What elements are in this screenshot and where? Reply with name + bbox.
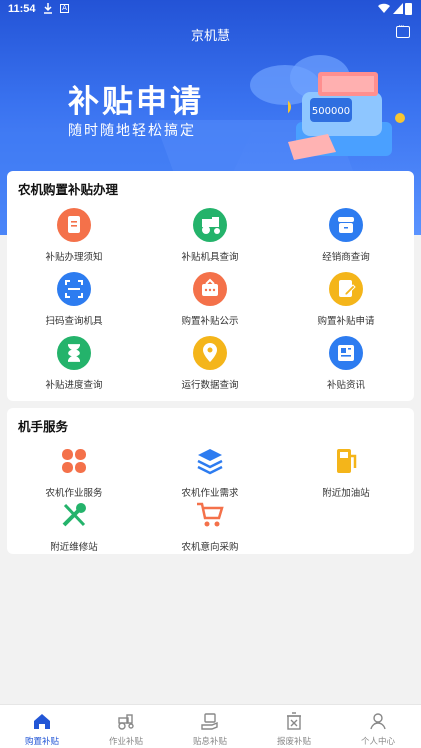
status-time: 11:54	[8, 3, 36, 15]
machinery-service-button[interactable]: 农机作业服务	[14, 444, 134, 499]
money-counter-illustration: 500000	[288, 72, 405, 160]
scan-query-button[interactable]: 扫码查询机具	[14, 272, 134, 327]
home-icon	[0, 711, 84, 733]
download-icon	[43, 2, 53, 17]
news-icon	[329, 336, 363, 370]
tab-personal-center[interactable]: 个人中心	[336, 705, 420, 747]
banner-subtitle: 随时随地轻松搞定	[68, 123, 196, 139]
purchase-intent-button[interactable]: 农机意向采购	[150, 498, 270, 553]
tab-interest-subsidy[interactable]: 贴息补贴	[168, 705, 252, 747]
announce-icon	[193, 272, 227, 306]
item-label: 农机作业需求	[181, 488, 239, 499]
item-label: 附近维修站	[50, 542, 98, 553]
item-label: 经销商查询	[322, 252, 370, 263]
progress-query-button[interactable]: 补贴进度查询	[14, 336, 134, 391]
cart-icon	[193, 498, 227, 532]
item-label: 补贴进度查询	[45, 380, 103, 391]
tab-purchase-subsidy[interactable]: 购置补贴	[0, 705, 84, 747]
subsidy-publicity-button[interactable]: 购置补贴公示	[150, 272, 270, 327]
subsidy-apply-button[interactable]: 购置补贴申请	[286, 272, 406, 327]
tab-scrap-subsidy[interactable]: 报废补贴	[252, 705, 336, 747]
hourglass-icon	[57, 336, 91, 370]
bottom-tab-bar: 购置补贴 作业补贴 贴息补贴 报废补贴 个人中心	[0, 704, 421, 748]
machinery-demand-button[interactable]: 农机作业需求	[150, 444, 270, 499]
subsidy-guide-button[interactable]: 补贴办理须知	[14, 208, 134, 263]
item-label: 购置补贴公示	[181, 316, 239, 327]
item-label: 农机意向采购	[181, 542, 239, 553]
trash-box-icon	[252, 711, 336, 733]
apply-icon	[329, 272, 363, 306]
subsidy-machinery-query-button[interactable]: 补贴机具查询	[150, 208, 270, 263]
counter-display: 500000	[312, 106, 350, 117]
tab-label: 报废补贴	[276, 737, 311, 747]
fuel-icon	[329, 444, 363, 478]
battery-icon	[405, 3, 412, 15]
message-icon[interactable]	[396, 22, 410, 38]
item-label: 扫码查询机具	[45, 316, 103, 327]
status-bar: 11:54 A	[0, 0, 421, 18]
tab-label: 购置补贴	[24, 737, 59, 747]
item-label: 购置补贴申请	[317, 316, 375, 327]
item-label: 补贴办理须知	[45, 252, 103, 263]
money-hand-icon	[168, 711, 252, 733]
layers-icon	[193, 444, 227, 478]
nearby-repair-station-button[interactable]: 附近维修站	[14, 498, 134, 553]
banner-title: 补贴申请	[68, 84, 204, 120]
tools-icon	[57, 498, 91, 532]
item-label: 补贴资讯	[326, 380, 365, 391]
location-icon	[193, 336, 227, 370]
person-icon	[336, 711, 420, 733]
tab-label: 作业补贴	[108, 737, 143, 747]
tab-label: 贴息补贴	[192, 737, 227, 747]
status-badge: A	[60, 4, 69, 13]
item-label: 运行数据查询	[181, 380, 239, 391]
tractor-outline-icon	[84, 711, 168, 733]
tab-operation-subsidy[interactable]: 作业补贴	[84, 705, 168, 747]
signal-icon	[393, 3, 403, 17]
wifi-icon	[378, 3, 390, 17]
item-label: 附近加油站	[322, 488, 370, 499]
item-label: 农机作业服务	[45, 488, 103, 499]
dealer-query-button[interactable]: 经销商查询	[286, 208, 406, 263]
store-icon	[329, 208, 363, 242]
page-title: 京机慧	[190, 29, 230, 44]
tractor-icon	[193, 208, 227, 242]
document-icon	[57, 208, 91, 242]
subsidy-news-button[interactable]: 补贴资讯	[286, 336, 406, 391]
section-title: 农机购置补贴办理	[18, 182, 119, 197]
tab-label: 个人中心	[360, 737, 395, 747]
item-label: 补贴机具查询	[181, 252, 239, 263]
operator-service-section: 机手服务 农机作业服务 农机作业需求 附近加油站 附近维修站 农机意向采购	[7, 408, 414, 554]
petal-icon	[57, 444, 91, 478]
subsidy-section: 农机购置补贴办理 补贴办理须知 补贴机具查询 经销商查询 扫码查询机具 购置补贴…	[7, 171, 414, 401]
section-title: 机手服务	[18, 419, 69, 434]
nearby-gas-station-button[interactable]: 附近加油站	[286, 444, 406, 499]
scan-icon	[57, 272, 91, 306]
running-data-query-button[interactable]: 运行数据查询	[150, 336, 270, 391]
